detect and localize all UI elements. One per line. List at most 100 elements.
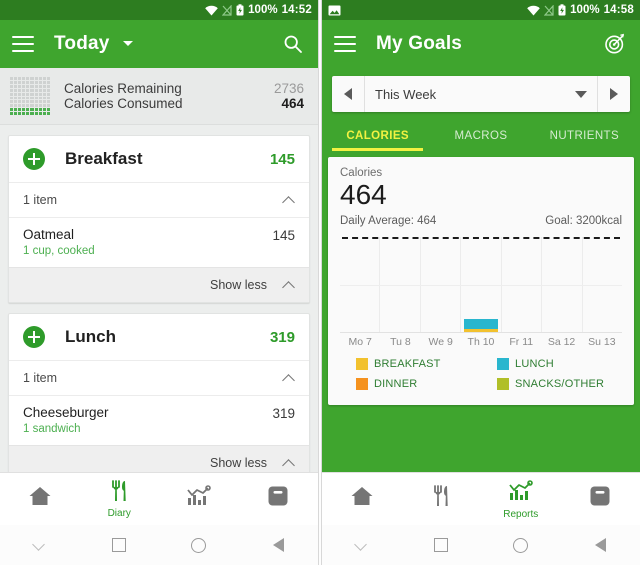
meal-item-count-row[interactable]: 1 item [9,360,309,395]
dot [26,92,30,96]
search-icon[interactable] [280,31,306,57]
dot [26,84,30,88]
meal-item-count-row[interactable]: 1 item [9,182,309,217]
plus-circle-icon[interactable] [23,326,45,348]
week-selector: This Week [332,76,630,112]
dot [22,104,26,108]
dot [46,77,50,80]
collapse-chevron-icon[interactable] [0,540,80,551]
bar-column[interactable] [541,237,581,333]
tab-calories[interactable]: CALORIES [326,120,429,151]
dot [22,96,26,100]
meal-header[interactable]: Lunch 319 [9,314,309,360]
show-less-row[interactable]: Show less [9,267,309,302]
week-dropdown[interactable]: This Week [365,76,597,112]
bar-segment [463,319,498,330]
dot [26,100,30,104]
show-less-row[interactable]: Show less [9,445,309,473]
tab-nutrients[interactable]: NUTRIENTS [533,120,636,151]
nav-tab-scale[interactable] [561,484,640,514]
legend-label: BREAKFAST [374,358,441,371]
legend-label: SNACKS/OTHER [515,378,605,391]
food-item-row[interactable]: Cheeseburger 1 sandwich 319 [9,395,309,445]
chevron-up-icon[interactable] [283,372,295,384]
screenshot-stage: 100% 14:52 Today Calories Remaining 2736… [0,0,640,565]
food-serving: 1 cup, cooked [23,245,95,257]
food-calories: 145 [272,228,295,243]
nav-tab-scale[interactable] [239,484,319,514]
chevron-up-icon[interactable] [283,457,295,469]
dot [22,100,26,104]
show-less-label: Show less [210,278,267,292]
nav-tab-diary[interactable] [402,485,482,513]
dot [26,104,30,108]
dot [34,108,38,112]
tab-macros[interactable]: MACROS [429,120,532,151]
x-tick-label: Su 13 [588,336,616,349]
recents-square-icon[interactable] [80,538,160,552]
show-less-label: Show less [210,456,267,470]
dot [18,108,22,112]
dot [42,108,46,112]
dot [30,108,34,112]
photo-icon [328,5,341,16]
dot [10,112,14,115]
dot [38,108,42,112]
chevron-up-icon[interactable] [283,194,295,206]
dot [34,84,38,88]
x-tick-label: Th 10 [467,336,495,349]
nav-tab-reports[interactable]: Reports [481,479,561,520]
calories-bar-chart[interactable] [340,237,622,334]
collapse-chevron-icon[interactable] [322,540,402,551]
x-tick-label: Fr 11 [509,336,534,349]
status-bar-right: 100% 14:58 [322,0,640,20]
home-circle-icon[interactable] [159,537,239,553]
nav-tab-home[interactable] [0,484,80,514]
bar-column[interactable] [421,237,461,333]
dot [30,80,34,84]
back-triangle-icon[interactable] [561,538,640,552]
home-icon [349,484,375,513]
calories-remaining-row: Calories Remaining 2736 [64,81,304,96]
status-bar-right-icons: 100% 14:52 [205,3,312,16]
bar-column[interactable] [582,237,622,333]
dot [10,92,14,96]
dot [10,104,14,108]
chevron-up-icon[interactable] [283,279,295,291]
food-item-row[interactable]: Oatmeal 1 cup, cooked 145 [9,217,309,267]
dot [18,84,22,88]
meal-header[interactable]: Breakfast 145 [9,136,309,182]
back-triangle-icon[interactable] [239,538,319,552]
bar-column[interactable] [380,237,420,333]
calories-chart-card: Calories 464 Daily Average: 464 Goal: 32… [328,157,634,405]
app-bar-right: My Goals [322,20,640,68]
dot [18,92,22,96]
bar-column[interactable] [501,237,541,333]
legend-swatch [356,358,368,371]
legend-swatch [356,378,368,391]
page-title[interactable]: Today [54,33,134,55]
target-goal-icon[interactable] [602,31,628,57]
nav-tab-home[interactable] [322,484,402,514]
scale-icon [266,484,290,513]
bar-column[interactable] [461,237,501,334]
nav-tab-diary[interactable]: Diary [80,479,160,519]
home-circle-icon[interactable] [481,537,561,553]
hamburger-icon[interactable] [334,36,356,52]
arrow-left-icon[interactable] [332,76,365,112]
wifi-icon [527,5,540,16]
android-navbar-right [322,525,640,565]
dot [14,100,18,104]
dot [10,108,14,112]
hamburger-icon[interactable] [12,36,34,52]
food-name: Cheeseburger [23,405,109,420]
bar-column[interactable] [340,237,380,333]
arrow-right-icon[interactable] [597,76,630,112]
dot [46,96,50,100]
phone-screen-goals: 100% 14:58 My Goals This Week CALORIES M… [322,0,640,565]
recents-square-icon[interactable] [402,538,482,552]
dot [18,88,22,92]
calorie-summary[interactable]: Calories Remaining 2736 Calories Consume… [0,68,318,125]
nav-tab-reports[interactable] [159,484,239,514]
plus-circle-icon[interactable] [23,148,45,170]
